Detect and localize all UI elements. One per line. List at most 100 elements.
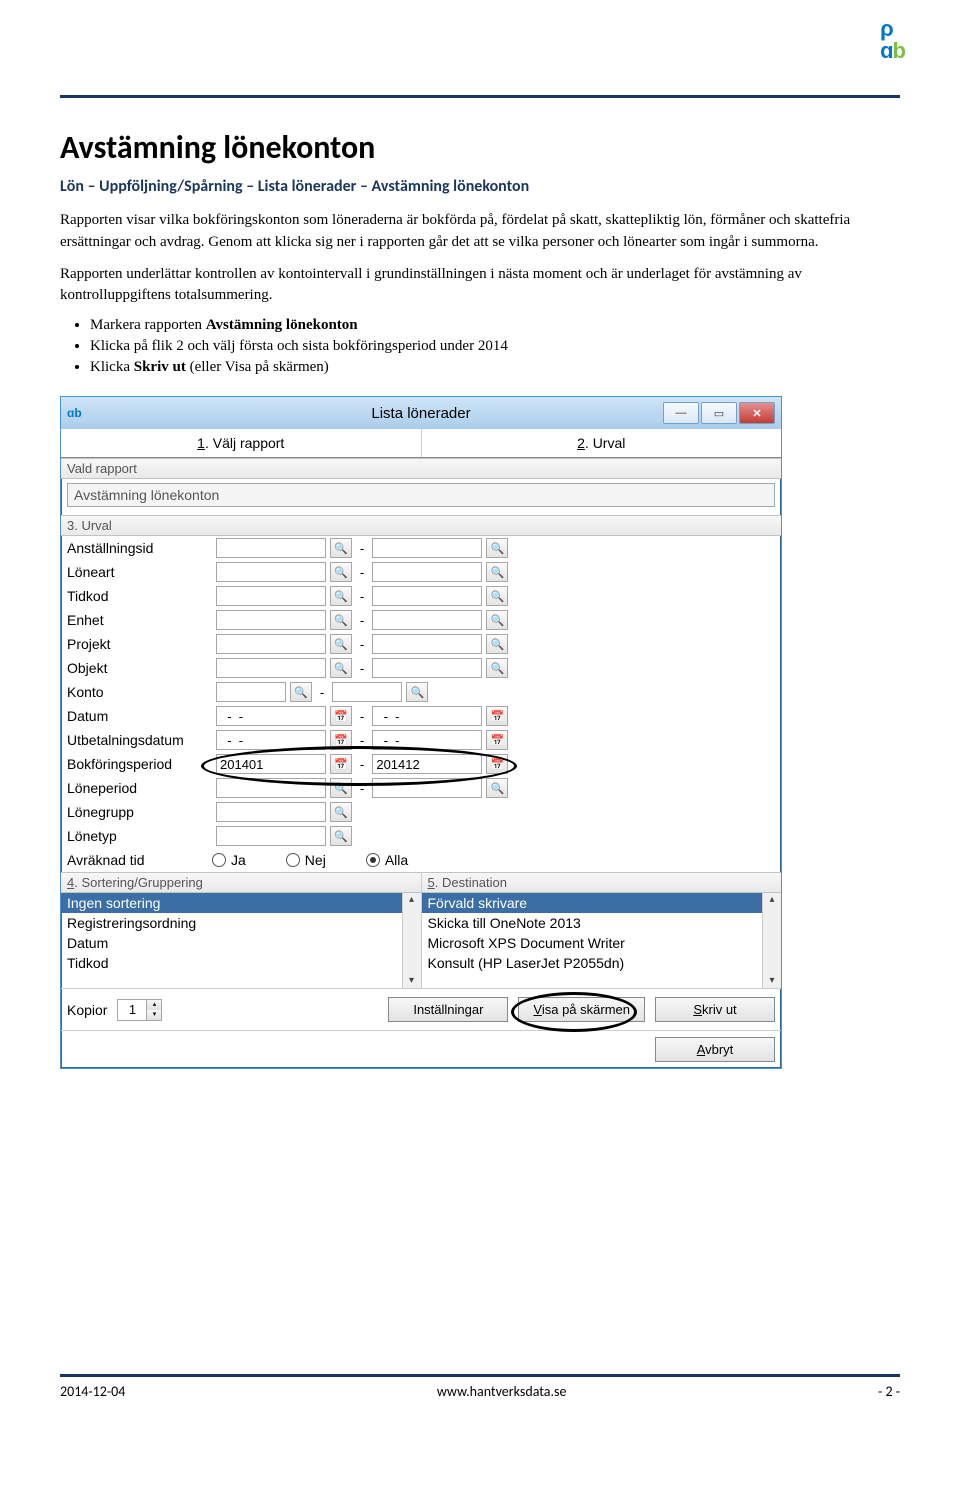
- dialog-lista-lonerader: ɑb Lista lönerader — ▭ ✕ 1. Välj rapport…: [60, 396, 782, 1069]
- scroll-up-icon[interactable]: ▴: [769, 895, 774, 905]
- kopior-spinner[interactable]: ▴▾: [117, 999, 162, 1021]
- search-icon[interactable]: 🔍: [330, 586, 352, 606]
- konto-to[interactable]: [332, 682, 402, 702]
- urval-header: 3. Urval: [61, 515, 781, 536]
- visa-pa-skarmen-button[interactable]: Visa på skärmen: [518, 997, 645, 1022]
- tidkod-to[interactable]: [372, 586, 482, 606]
- list-item[interactable]: Ingen sortering: [61, 893, 402, 913]
- loneart-to[interactable]: [372, 562, 482, 582]
- spinner-down-icon[interactable]: ▾: [147, 1010, 161, 1020]
- title-bar[interactable]: ɑb Lista lönerader — ▭ ✕: [61, 397, 781, 429]
- search-icon[interactable]: 🔍: [290, 682, 312, 702]
- calendar-icon[interactable]: 📅: [486, 730, 508, 750]
- utbet-to[interactable]: [372, 730, 482, 750]
- search-icon[interactable]: 🔍: [330, 634, 352, 654]
- vald-rapport-value: Avstämning lönekonton: [67, 483, 775, 507]
- objekt-to[interactable]: [372, 658, 482, 678]
- datum-to[interactable]: [372, 706, 482, 726]
- list-item[interactable]: Microsoft XPS Document Writer: [422, 933, 763, 953]
- lonetyp[interactable]: [216, 826, 326, 846]
- scrollbar[interactable]: ▴ ▾: [762, 893, 781, 988]
- konto-from[interactable]: [216, 682, 286, 702]
- scroll-up-icon[interactable]: ▴: [409, 895, 414, 905]
- footer-page: - 2 -: [878, 1383, 900, 1400]
- search-icon[interactable]: 🔍: [486, 610, 508, 630]
- search-icon[interactable]: 🔍: [330, 562, 352, 582]
- sortering-header: 4. Sortering/Gruppering: [61, 872, 421, 893]
- loneperiod-to[interactable]: [372, 778, 482, 798]
- list-item[interactable]: Tidkod: [61, 953, 402, 973]
- bokforingsperiod-from[interactable]: [216, 754, 326, 774]
- scroll-down-icon[interactable]: ▾: [769, 976, 774, 986]
- search-icon[interactable]: 🔍: [330, 610, 352, 630]
- anstallningsid-to[interactable]: [372, 538, 482, 558]
- search-icon[interactable]: 🔍: [406, 682, 428, 702]
- avbryt-button[interactable]: Avbryt: [655, 1037, 775, 1062]
- calendar-icon[interactable]: 📅: [330, 706, 352, 726]
- bullet-list: Markera rapporten Avstämning lönekonton …: [90, 317, 900, 376]
- app-icon: ɑb: [67, 406, 82, 420]
- row-lonetyp: Lönetyp 🔍: [61, 824, 781, 848]
- calendar-icon[interactable]: 📅: [486, 754, 508, 774]
- search-icon[interactable]: 🔍: [330, 802, 352, 822]
- search-icon[interactable]: 🔍: [330, 538, 352, 558]
- enhet-to[interactable]: [372, 610, 482, 630]
- maximize-button[interactable]: ▭: [701, 402, 737, 424]
- loneart-from[interactable]: [216, 562, 326, 582]
- anstallningsid-from[interactable]: [216, 538, 326, 558]
- search-icon[interactable]: 🔍: [486, 778, 508, 798]
- skriv-ut-button[interactable]: Skriv ut: [655, 997, 775, 1022]
- projekt-to[interactable]: [372, 634, 482, 654]
- tab-valj-rapport[interactable]: 1. Välj rapport: [61, 429, 422, 457]
- lonegrupp[interactable]: [216, 802, 326, 822]
- search-icon[interactable]: 🔍: [486, 634, 508, 654]
- installningar-button[interactable]: Inställningar: [388, 997, 508, 1022]
- list-item[interactable]: Konsult (HP LaserJet P2055dn): [422, 953, 763, 973]
- tab-urval[interactable]: 2. Urval: [422, 429, 782, 457]
- bokforingsperiod-to[interactable]: [372, 754, 482, 774]
- close-button[interactable]: ✕: [739, 402, 775, 424]
- row-avraknad-tid: Avräknad tid Ja Nej Alla: [61, 848, 781, 872]
- spinner-up-icon[interactable]: ▴: [147, 1000, 161, 1010]
- destination-list[interactable]: Förvald skrivare Skicka till OneNote 201…: [422, 893, 782, 988]
- radio-alla[interactable]: Alla: [366, 852, 408, 868]
- calendar-icon[interactable]: 📅: [486, 706, 508, 726]
- page-footer: 2014-12-04 www.hantverksdata.se - 2 -: [60, 1374, 900, 1400]
- projekt-from[interactable]: [216, 634, 326, 654]
- scrollbar[interactable]: ▴ ▾: [402, 893, 421, 988]
- search-icon[interactable]: 🔍: [486, 658, 508, 678]
- row-konto: Konto 🔍 - 🔍: [61, 680, 781, 704]
- list-item[interactable]: Datum: [61, 933, 402, 953]
- utbet-from[interactable]: [216, 730, 326, 750]
- row-bokforingsperiod: Bokföringsperiod 📅 - 📅: [61, 752, 781, 776]
- radio-nej[interactable]: Nej: [286, 852, 326, 868]
- row-projekt: Projekt 🔍 - 🔍: [61, 632, 781, 656]
- scroll-down-icon[interactable]: ▾: [409, 976, 414, 986]
- enhet-from[interactable]: [216, 610, 326, 630]
- tidkod-from[interactable]: [216, 586, 326, 606]
- calendar-icon[interactable]: 📅: [330, 730, 352, 750]
- datum-from[interactable]: [216, 706, 326, 726]
- search-icon[interactable]: 🔍: [330, 826, 352, 846]
- calendar-icon[interactable]: 📅: [330, 754, 352, 774]
- search-icon[interactable]: 🔍: [486, 538, 508, 558]
- kopior-value[interactable]: [118, 1000, 146, 1020]
- list-item[interactable]: Registreringsordning: [61, 913, 402, 933]
- radio-ja[interactable]: Ja: [212, 852, 246, 868]
- list-item[interactable]: Förvald skrivare: [422, 893, 763, 913]
- search-icon[interactable]: 🔍: [486, 586, 508, 606]
- row-tidkod: Tidkod 🔍 - 🔍: [61, 584, 781, 608]
- loneperiod-from[interactable]: [216, 778, 326, 798]
- bullet-1: Markera rapporten Avstämning lönekonton: [90, 317, 900, 334]
- search-icon[interactable]: 🔍: [330, 658, 352, 678]
- kopior-label: Kopior: [67, 1002, 107, 1018]
- search-icon[interactable]: 🔍: [486, 562, 508, 582]
- sortering-list[interactable]: Ingen sortering Registreringsordning Dat…: [61, 893, 421, 988]
- minimize-button[interactable]: —: [663, 402, 699, 424]
- bullet-2: Klicka på flik 2 och välj första och sis…: [90, 338, 900, 355]
- objekt-from[interactable]: [216, 658, 326, 678]
- search-icon[interactable]: 🔍: [330, 778, 352, 798]
- row-lonegrupp: Lönegrupp 🔍: [61, 800, 781, 824]
- list-item[interactable]: Skicka till OneNote 2013: [422, 913, 763, 933]
- footer-url: www.hantverksdata.se: [437, 1383, 567, 1400]
